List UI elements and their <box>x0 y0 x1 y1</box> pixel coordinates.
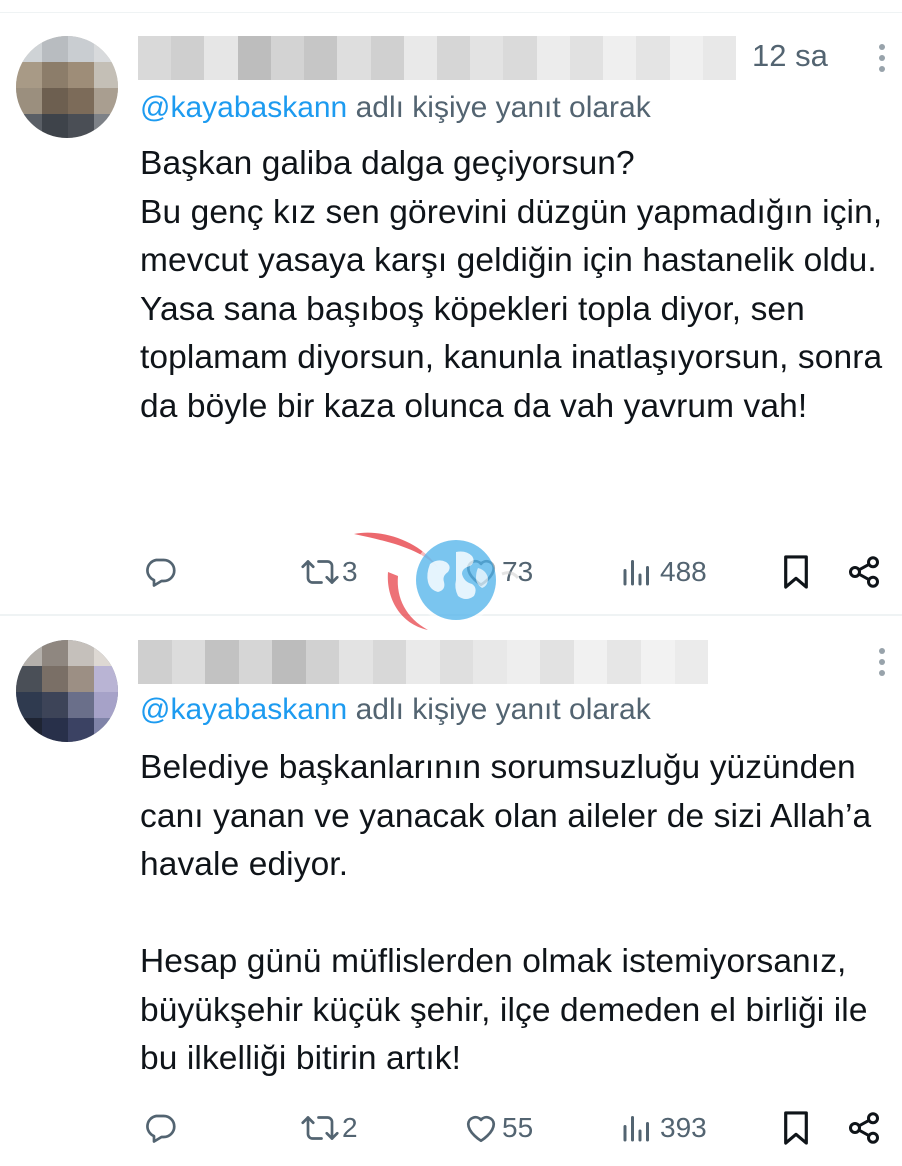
views-count: 393 <box>660 1112 707 1143</box>
reply-button[interactable] <box>142 550 178 594</box>
retweet-count: 3 <box>342 556 358 587</box>
reply-icon <box>146 1114 176 1143</box>
avatar[interactable] <box>16 640 118 742</box>
heart-icon <box>466 1115 496 1143</box>
tweet[interactable]: @kayabaskann adlı kişiye yanıt olarak Be… <box>0 616 902 1166</box>
reply-context-label: adlı kişiye yanıt olarak <box>347 91 651 124</box>
retweet-button[interactable]: 2 <box>300 1106 358 1150</box>
views-button[interactable]: 488 <box>620 550 707 594</box>
reply-context: @kayabaskann adlı kişiye yanıt olarak <box>140 690 651 730</box>
tweet-actions: 2 55 393 <box>0 1106 902 1150</box>
display-name-redacted[interactable] <box>138 640 708 684</box>
views-icon <box>623 560 649 586</box>
bookmark-button[interactable] <box>780 550 812 594</box>
views-count: 488 <box>660 556 707 587</box>
like-button[interactable]: 55 <box>462 1106 533 1150</box>
bookmark-button[interactable] <box>780 1106 812 1150</box>
display-name-redacted[interactable] <box>138 36 736 80</box>
share-icon <box>849 556 879 588</box>
bookmark-icon <box>784 1111 808 1145</box>
retweet-count: 2 <box>342 1112 358 1143</box>
views-button[interactable]: 393 <box>620 1106 707 1150</box>
avatar[interactable] <box>16 36 118 138</box>
tweet-actions: 3 73 488 <box>0 550 902 594</box>
reply-handle-link[interactable]: @kayabaskann <box>140 693 347 726</box>
share-button[interactable] <box>846 550 882 594</box>
tweet[interactable]: 12 sa @kayabaskann adlı kişiye yanıt ola… <box>0 14 902 614</box>
reply-icon <box>146 558 176 587</box>
more-icon[interactable] <box>870 40 894 76</box>
reply-context: @kayabaskann adlı kişiye yanıt olarak <box>140 88 651 128</box>
like-button[interactable]: 73 <box>462 550 533 594</box>
share-button[interactable] <box>846 1106 882 1150</box>
retweet-icon <box>301 560 339 584</box>
bookmark-icon <box>784 555 808 589</box>
retweet-icon <box>301 1116 339 1140</box>
like-count: 73 <box>502 556 534 587</box>
tweet-text: Başkan galiba dalga geçiyorsun? Bu genç … <box>140 145 883 425</box>
views-icon <box>623 1116 649 1142</box>
tweet-text: Belediye başkanlarının sorumsuzluğu yüzü… <box>140 749 872 1077</box>
retweet-button[interactable]: 3 <box>300 550 358 594</box>
more-icon[interactable] <box>870 644 894 680</box>
reply-context-label: adlı kişiye yanıt olarak <box>347 693 651 726</box>
heart-icon <box>466 559 496 587</box>
reply-button[interactable] <box>142 1106 178 1150</box>
top-divider <box>0 12 902 13</box>
like-count: 55 <box>502 1112 534 1143</box>
tweet-timestamp[interactable]: 12 sa <box>752 36 828 76</box>
reply-handle-link[interactable]: @kayabaskann <box>140 91 347 124</box>
share-icon <box>849 1112 879 1144</box>
